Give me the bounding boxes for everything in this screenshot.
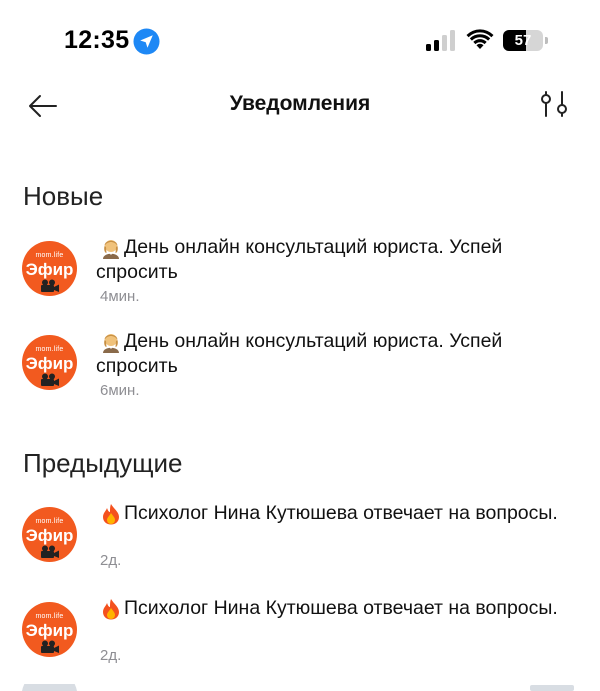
header: Уведомления (0, 84, 600, 128)
camera-icon (41, 640, 59, 653)
avatar-brand-text: mom.life (35, 346, 64, 353)
avatar: mom.life Эфир (22, 241, 77, 296)
avatar: mom.life Эфир (22, 602, 77, 657)
avatar-title-text: Эфир (25, 526, 74, 545)
notification-time: 2д. (100, 647, 122, 664)
status-bar: 12:35 57 (0, 0, 600, 84)
avatar-title-text: Эфир (25, 621, 74, 640)
notification-text: День онлайн консультаций юриста. Успей с… (96, 330, 503, 377)
settings-sliders-icon[interactable] (536, 86, 572, 122)
notification-text: Психолог Нина Кутюшева отвечает на вопро… (124, 502, 558, 524)
avatar: mom.life Эфир (22, 507, 77, 562)
avatar-brand-text: mom.life (35, 518, 64, 525)
notification-text: Психолог Нина Кутюшева отвечает на вопро… (124, 597, 558, 619)
notification-item[interactable]: mom.life Эфир Психолог Нина Кутюшева отв… (0, 502, 600, 583)
notification-item[interactable]: mom.life Эфир День онлайн консультаций ю… (0, 330, 600, 411)
camera-icon (41, 373, 59, 386)
next-item-peek (22, 684, 574, 691)
notification-item[interactable]: mom.life Эфир Психолог Нина Кутюшева отв… (0, 597, 600, 678)
camera-icon (41, 279, 59, 292)
wifi-icon (466, 29, 494, 49)
notification-time: 4мин. (100, 288, 140, 305)
section-title-new: Новые (23, 181, 104, 211)
notification-text: День онлайн консультаций юриста. Успей с… (96, 236, 503, 283)
notification-time: 2д. (100, 552, 122, 569)
section-title-previous: Предыдущие (23, 448, 183, 478)
avatar-title-text: Эфир (25, 260, 74, 279)
battery-indicator: 57 (503, 30, 548, 51)
avatar-title-text: Эфир (25, 354, 74, 373)
avatar-brand-text: mom.life (35, 613, 64, 620)
notification-time: 6мин. (100, 382, 140, 399)
battery-percent: 57 (514, 32, 532, 49)
status-time: 12:35 (64, 26, 130, 54)
page-title: Уведомления (229, 92, 371, 115)
avatar-brand-text: mom.life (35, 252, 64, 259)
notification-item[interactable]: mom.life Эфир День онлайн консультаций ю… (0, 236, 600, 317)
avatar: mom.life Эфир (22, 335, 77, 390)
cellular-signal-icon (426, 30, 455, 51)
location-arrow-icon (133, 28, 160, 55)
camera-icon (41, 545, 59, 558)
